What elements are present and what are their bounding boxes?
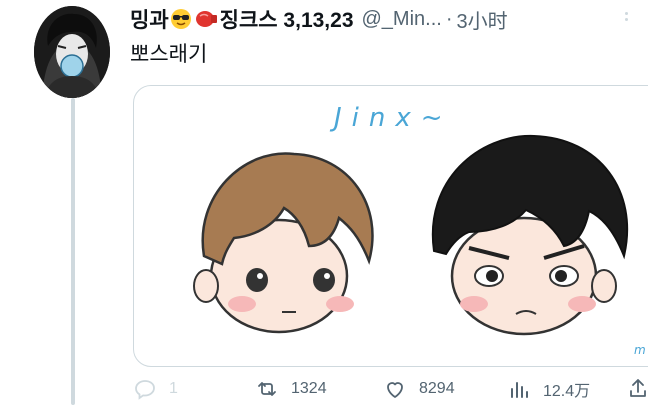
like-button[interactable]: 8294 (383, 377, 455, 401)
reply-icon (135, 380, 155, 400)
retweet-button[interactable]: 1324 (255, 377, 327, 401)
views-bar-chart-icon (511, 382, 528, 398)
share-icon (630, 379, 646, 397)
black-hair-chibi-drawing (431, 134, 629, 336)
boxing-glove-emoji-icon (194, 8, 217, 30)
separator-dot: · (445, 7, 453, 30)
tweet-text: 뽀스래기 (130, 43, 208, 66)
views-button[interactable]: 12.4万 (507, 377, 590, 401)
heart-icon (387, 382, 403, 398)
sunglasses-emoji-icon (170, 8, 192, 30)
svg-text:m: m (634, 343, 646, 357)
like-count: 8294 (419, 380, 455, 397)
tweet-header: 밍과 징크스 3,13,23 @_Min... · 3小时 (130, 4, 508, 34)
brown-hair-chibi-drawing (193, 152, 374, 334)
retweet-count: 1324 (291, 380, 327, 397)
more-options-icon[interactable] (623, 12, 631, 21)
media-image[interactable]: Jinx~ m (133, 85, 648, 367)
handwritten-title: Jinx~ (329, 103, 453, 133)
reply-button[interactable]: 1 (133, 377, 178, 401)
share-button[interactable] (626, 377, 648, 401)
user-handle[interactable]: @_Min... (362, 8, 442, 31)
tweet-actions: 1 1324 8294 12.4万 (133, 377, 648, 403)
view-count: 12.4万 (543, 383, 591, 400)
reply-count: 1 (169, 380, 178, 397)
display-name[interactable]: 밍과 (130, 4, 169, 34)
retweet-icon (258, 382, 276, 396)
timestamp[interactable]: 3小时 (457, 5, 508, 34)
avatar[interactable] (34, 6, 110, 98)
display-name-suffix: 징크스 3,13,23 (219, 9, 354, 32)
thread-line (71, 98, 75, 405)
